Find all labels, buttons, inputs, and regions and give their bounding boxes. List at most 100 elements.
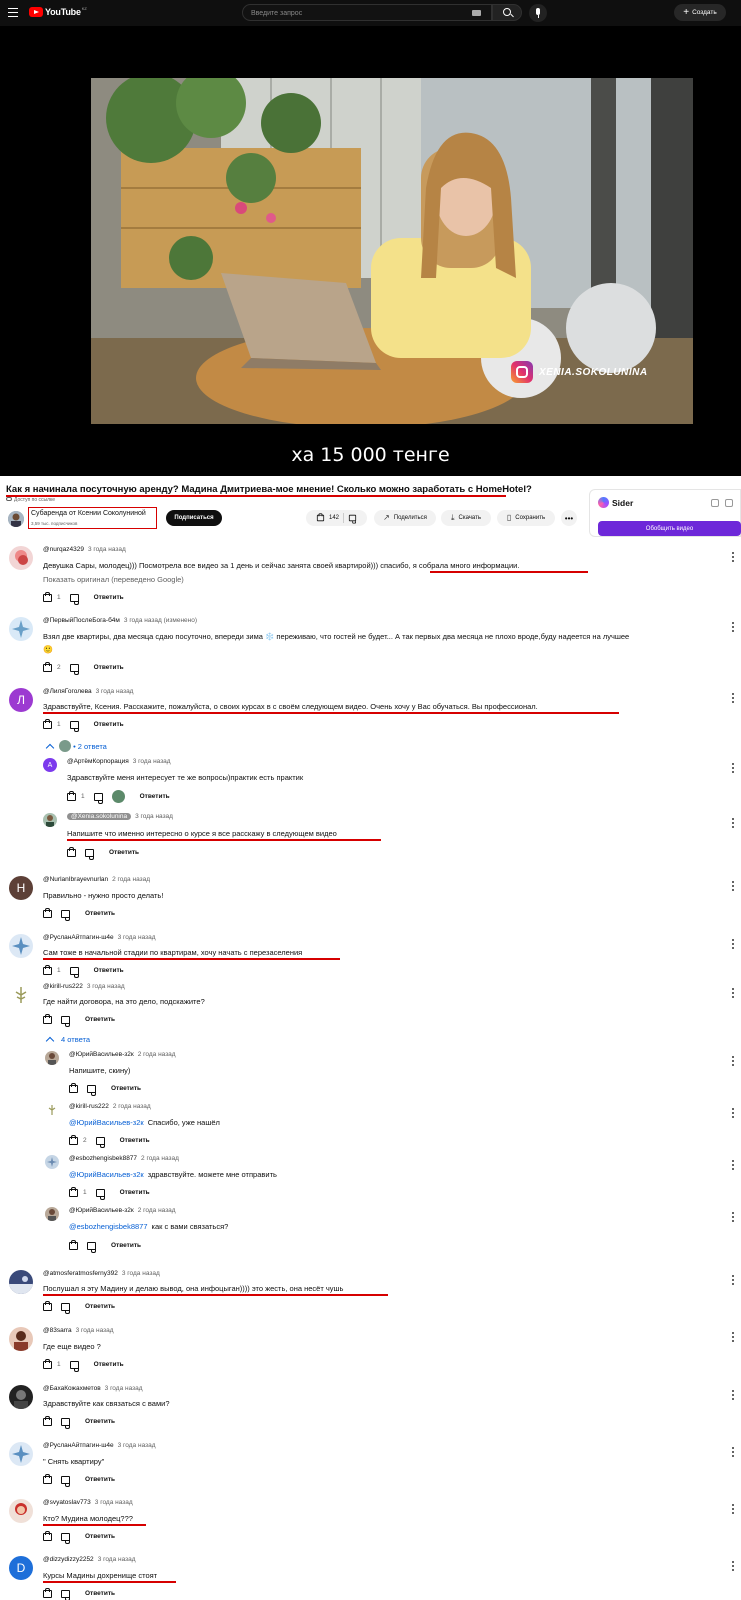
more-vertical-icon[interactable] (732, 988, 735, 999)
reply-button[interactable]: Ответить (120, 1137, 150, 1144)
more-vertical-icon[interactable] (732, 1056, 735, 1067)
avatar[interactable] (45, 1207, 59, 1221)
comment-author[interactable]: @БахаКожахметов 3 года назад (43, 1385, 143, 1392)
more-vertical-icon[interactable] (732, 818, 735, 829)
thumbs-down-icon[interactable] (61, 1015, 70, 1027)
avatar[interactable] (43, 813, 57, 827)
more-vertical-icon[interactable] (732, 939, 735, 950)
comment-author[interactable]: @РусланАйтпагин-ш4е 3 года назад (43, 1442, 156, 1449)
more-vertical-icon[interactable] (732, 1561, 735, 1572)
comment-author[interactable]: @РусланАйтпагин-ш4е 3 года назад (43, 934, 156, 941)
thumbs-up-icon[interactable] (69, 1134, 78, 1145)
comment-author[interactable]: @ЮрийВасильев-з2к 2 года назад (69, 1207, 176, 1214)
reply-button[interactable]: Ответить (140, 793, 170, 800)
thumbs-down-icon[interactable] (93, 792, 103, 804)
reply-button[interactable]: Ответить (85, 1016, 115, 1023)
more-vertical-icon[interactable] (732, 1108, 735, 1119)
thumbs-up-icon[interactable] (43, 1300, 52, 1311)
thumbs-down-icon[interactable] (69, 966, 79, 978)
reply-button[interactable]: Ответить (111, 1085, 141, 1092)
thumbs-up-icon[interactable] (43, 1013, 52, 1024)
thumbs-down-icon[interactable] (61, 1532, 70, 1544)
thumbs-down-icon[interactable] (69, 593, 79, 605)
more-vertical-icon[interactable] (732, 1332, 735, 1343)
microphone-button[interactable] (529, 4, 547, 22)
comment-author[interactable]: @kirill-rus222 3 года назад (43, 983, 125, 990)
mention-link[interactable]: @ЮрийВасильев-з2к (69, 1118, 144, 1127)
thumbs-down-icon[interactable] (95, 1136, 105, 1148)
thumbs-up-icon[interactable] (43, 1415, 52, 1426)
youtube-logo[interactable]: YouTube KZ (29, 6, 87, 17)
avatar[interactable] (9, 1385, 33, 1409)
reply-button[interactable]: Ответить (85, 1418, 115, 1425)
thumbs-up-icon[interactable] (43, 591, 52, 602)
thumbs-down-icon[interactable] (69, 663, 79, 675)
sider-layout-icon[interactable] (725, 499, 733, 507)
reply-button[interactable]: Ответить (85, 1533, 115, 1540)
comment-author[interactable]: @atmosferatmosferny392 3 года назад (43, 1270, 160, 1277)
more-actions-button[interactable]: ••• (561, 510, 577, 526)
thumbs-down-icon[interactable] (348, 514, 357, 524)
comment-author[interactable]: @Xenia.sokolunina 3 года назад (67, 813, 173, 820)
reply-button[interactable]: Ответить (111, 1242, 141, 1249)
replies-toggle[interactable]: • 2 ответа (45, 740, 107, 753)
reply-button[interactable]: Ответить (94, 967, 124, 974)
avatar[interactable]: D (9, 1556, 33, 1580)
avatar[interactable] (9, 934, 33, 958)
thumbs-down-icon[interactable] (61, 1589, 70, 1600)
mention-link[interactable]: @esbozhengisbek8877 (69, 1222, 148, 1231)
thumbs-down-icon[interactable] (87, 1084, 96, 1096)
thumbs-down-icon[interactable] (69, 720, 79, 732)
more-vertical-icon[interactable] (732, 1390, 735, 1401)
comment-author[interactable]: @nurqaz4329 3 года назад (43, 546, 126, 553)
thumbs-down-icon[interactable] (61, 1475, 70, 1487)
search-input[interactable] (251, 8, 451, 18)
thumbs-up-icon[interactable] (67, 846, 76, 857)
thumbs-down-icon[interactable] (61, 1302, 70, 1314)
save-button[interactable]: ▯ Сохранить (497, 510, 555, 526)
thumbs-up-icon[interactable] (43, 1473, 52, 1484)
avatar[interactable] (9, 546, 33, 570)
reply-button[interactable]: Ответить (85, 910, 115, 917)
thumbs-up-icon[interactable] (67, 790, 76, 801)
reply-button[interactable]: Ответить (120, 1189, 150, 1196)
comment-author[interactable]: @83sarra 3 года назад (43, 1327, 114, 1334)
avatar[interactable]: А (43, 758, 57, 772)
thumbs-down-icon[interactable] (61, 909, 70, 921)
avatar[interactable] (9, 617, 33, 641)
video-player[interactable]: XENIA.SOKOLUNINA ха 15 000 тенге (0, 26, 741, 476)
more-vertical-icon[interactable] (732, 552, 735, 563)
reply-button[interactable]: Ответить (85, 1303, 115, 1310)
thumbs-down-icon[interactable] (87, 1241, 96, 1253)
thumbs-up-icon[interactable] (43, 661, 52, 672)
avatar[interactable] (9, 1327, 33, 1351)
subscribe-button[interactable]: Подписаться (166, 510, 222, 526)
channel-avatar[interactable] (8, 511, 24, 527)
more-vertical-icon[interactable] (732, 1275, 735, 1286)
thumbs-up-icon[interactable] (69, 1239, 78, 1250)
more-vertical-icon[interactable] (732, 693, 735, 704)
thumbs-up-icon[interactable] (43, 1587, 52, 1598)
avatar[interactable]: Н (9, 876, 33, 900)
comment-author[interactable]: @ПервыйПослеБога-б4м 3 года назад (измене… (43, 617, 197, 624)
avatar[interactable]: Л (9, 688, 33, 712)
more-vertical-icon[interactable] (732, 1504, 735, 1515)
reply-button[interactable]: Ответить (94, 721, 124, 728)
thumbs-up-icon[interactable] (43, 718, 52, 729)
thumbs-down-icon[interactable] (61, 1417, 70, 1429)
thumbs-up-icon[interactable] (69, 1186, 78, 1197)
like-button[interactable]: 142 (316, 513, 339, 522)
comment-author[interactable]: @ЮрийВасильев-з2к 2 года назад (69, 1051, 176, 1058)
share-button[interactable]: ↗ Поделиться (374, 510, 436, 526)
channel-name[interactable]: Субаренда от Ксении Соколуниной (31, 510, 146, 517)
avatar[interactable] (9, 1442, 33, 1466)
replies-toggle[interactable]: 4 ответа (45, 1035, 90, 1046)
comment-author[interactable]: @svyatoslav773 3 года назад (43, 1499, 133, 1506)
menu-icon[interactable] (8, 8, 18, 17)
more-vertical-icon[interactable] (732, 622, 735, 633)
thumbs-down-icon[interactable] (85, 848, 94, 860)
comment-author[interactable]: @kirill-rus222 2 года назад (69, 1103, 151, 1110)
thumbs-up-icon[interactable] (43, 907, 52, 918)
avatar[interactable] (9, 1270, 33, 1294)
more-vertical-icon[interactable] (732, 1212, 735, 1223)
